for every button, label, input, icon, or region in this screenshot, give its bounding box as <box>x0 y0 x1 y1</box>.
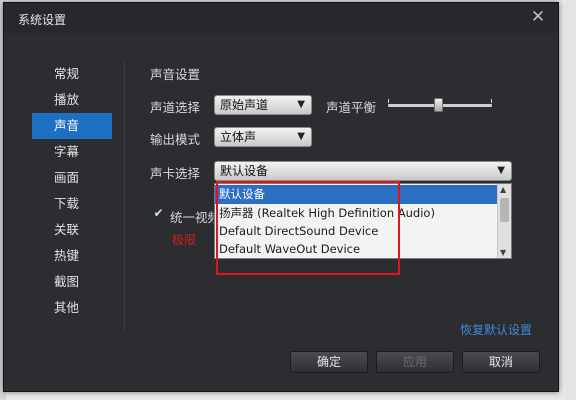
window-title: 系统设置 <box>18 13 67 27</box>
output-label: 输出模式 <box>150 132 201 147</box>
card-option-speaker[interactable]: 扬声器 (Realtek High Definition Audio) <box>215 204 497 223</box>
card-label: 声卡选择 <box>150 166 201 181</box>
sidebar-item-screenshot[interactable]: 截图 <box>32 269 112 295</box>
settings-dialog: 系统设置 ✕ 常规 播放 声音 字幕 画面 下载 关联 热键 截图 其他 声音设… <box>3 2 559 392</box>
slider-tick <box>491 99 492 103</box>
slider-thumb[interactable] <box>434 98 443 112</box>
cancel-button[interactable]: 取消 <box>462 351 540 373</box>
sidebar-item-general[interactable]: 常规 <box>32 61 112 87</box>
balance-slider[interactable] <box>388 97 492 113</box>
sidebar-item-download[interactable]: 下载 <box>32 191 112 217</box>
chevron-down-icon[interactable]: ▼ <box>500 248 506 257</box>
section-title: 声音设置 <box>150 67 201 82</box>
chevron-down-icon: ▼ <box>497 165 505 176</box>
restore-defaults-link[interactable]: 恢复默认设置 <box>460 321 532 338</box>
card-dropdown-list: 默认设备 扬声器 (Realtek High Definition Audio)… <box>214 183 512 259</box>
sidebar-item-sound[interactable]: 声音 <box>32 113 112 139</box>
sidebar-item-other[interactable]: 其他 <box>32 295 112 321</box>
scrollbar-thumb[interactable] <box>500 198 509 222</box>
sidebar-item-playback[interactable]: 播放 <box>32 87 112 113</box>
chevron-up-icon[interactable]: ▲ <box>500 185 506 194</box>
sidebar-divider <box>124 61 125 331</box>
card-option-directsound[interactable]: Default DirectSound Device <box>215 222 497 241</box>
limit-note: 极限 <box>172 233 197 247</box>
unify-checkbox[interactable]: ✔ <box>152 207 165 220</box>
balance-label: 声道平衡 <box>326 100 377 115</box>
title-bar: 系统设置 ✕ <box>4 3 558 33</box>
ok-button[interactable]: 确定 <box>290 351 368 373</box>
channel-label: 声道选择 <box>150 100 201 115</box>
settings-sidebar: 常规 播放 声音 字幕 画面 下载 关联 热键 截图 其他 <box>32 61 112 321</box>
dropdown-scrollbar[interactable]: ▲ ▼ <box>497 184 511 258</box>
slider-tick <box>388 99 389 103</box>
chevron-down-icon: ▼ <box>297 99 305 110</box>
chevron-down-icon: ▼ <box>297 131 305 142</box>
card-option-waveout[interactable]: Default WaveOut Device <box>215 240 497 259</box>
sidebar-item-subtitles[interactable]: 字幕 <box>32 139 112 165</box>
sidebar-item-hotkeys[interactable]: 热键 <box>32 243 112 269</box>
apply-button[interactable]: 应用 <box>376 351 454 373</box>
output-select[interactable]: 立体声 ▼ <box>214 127 312 147</box>
sidebar-item-picture[interactable]: 画面 <box>32 165 112 191</box>
output-select-value: 立体声 <box>220 130 257 144</box>
card-option-default[interactable]: 默认设备 <box>215 185 497 204</box>
channel-select[interactable]: 原始声道 ▼ <box>214 95 312 115</box>
card-select-value: 默认设备 <box>220 164 269 178</box>
close-icon[interactable]: ✕ <box>528 7 548 27</box>
card-select[interactable]: 默认设备 ▼ <box>214 161 512 181</box>
sidebar-item-association[interactable]: 关联 <box>32 217 112 243</box>
channel-select-value: 原始声道 <box>220 98 269 112</box>
background-edge-right <box>566 0 576 400</box>
unify-label: 统一视频 <box>170 210 221 225</box>
